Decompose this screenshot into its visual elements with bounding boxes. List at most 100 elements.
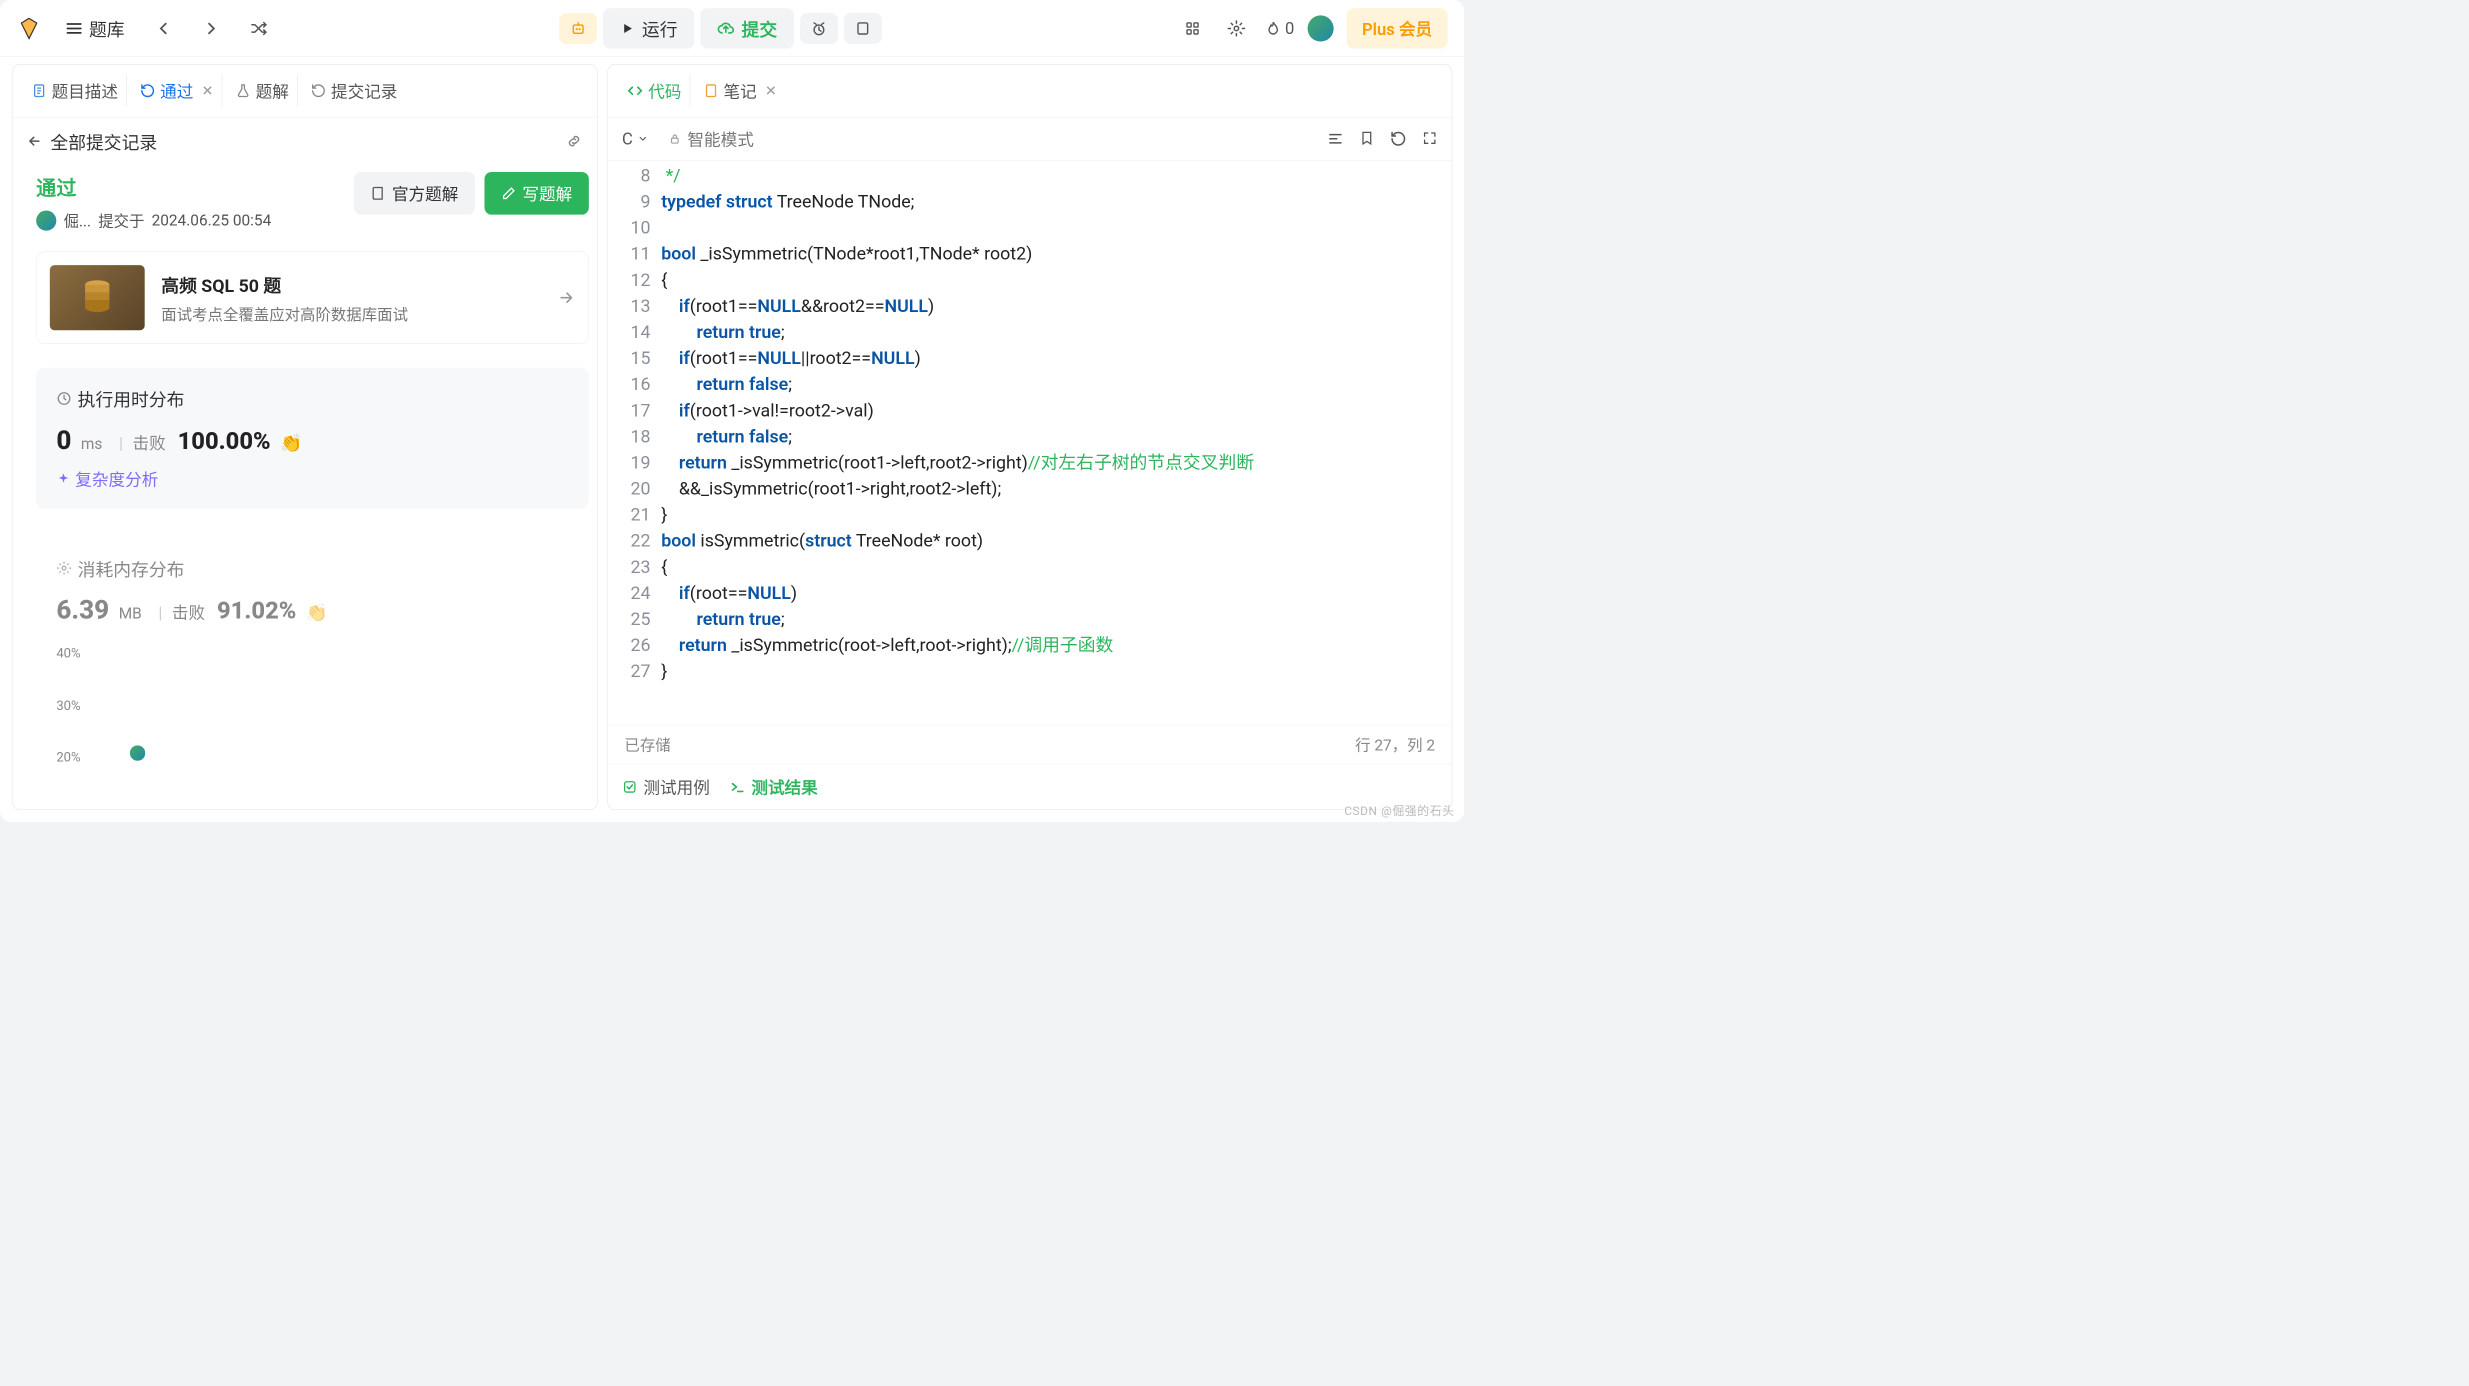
- clock-icon: [56, 391, 71, 406]
- close2-icon[interactable]: ✕: [765, 82, 777, 99]
- fullscreen-button[interactable]: [1422, 130, 1437, 147]
- shuffle-icon: [250, 19, 268, 37]
- right-panel: 代码 笔记 ✕ C 智能模式: [607, 64, 1452, 810]
- timer-button[interactable]: [800, 13, 838, 44]
- check-square-icon: [622, 779, 637, 794]
- tab-code[interactable]: 代码: [618, 74, 690, 107]
- clap-icon: 👏: [280, 433, 302, 454]
- memory-chart: 40%30%20%: [56, 646, 568, 765]
- submit-label: 提交: [742, 15, 778, 41]
- arrow-left-icon[interactable]: [27, 133, 42, 148]
- code-lines: */typedef struct TreeNode TNode;bool _is…: [661, 163, 1451, 685]
- saved-label: 已存储: [624, 734, 670, 756]
- write-solution-label: 写题解: [522, 181, 572, 205]
- history-icon: [140, 83, 155, 98]
- official-solution-label: 官方题解: [392, 181, 458, 205]
- promo-image: [50, 265, 145, 330]
- lines-icon: [1327, 130, 1344, 147]
- settings-button[interactable]: [1221, 13, 1252, 44]
- tab-history[interactable]: 提交记录: [303, 74, 406, 107]
- chevron-down-icon: [638, 133, 649, 144]
- format-button[interactable]: [1327, 130, 1344, 147]
- complexity-link[interactable]: 复杂度分析: [56, 467, 568, 491]
- user-avatar[interactable]: [1307, 15, 1333, 41]
- editor-mode[interactable]: 智能模式: [668, 127, 753, 151]
- memory-title: 消耗内存分布: [78, 555, 185, 581]
- link-button[interactable]: [565, 132, 583, 150]
- tab-solution-label: 题解: [256, 79, 289, 103]
- expand-icon: [1422, 130, 1437, 145]
- tab-notes[interactable]: 笔记 ✕: [695, 74, 785, 107]
- breadcrumb-label[interactable]: 全部提交记录: [50, 128, 157, 154]
- clap2-icon: 👏: [306, 602, 328, 623]
- flask-icon: [236, 83, 251, 98]
- nav-next[interactable]: [196, 13, 227, 44]
- notes-icon: [703, 83, 718, 98]
- tab-code-label: 代码: [648, 79, 681, 103]
- tab-passed-label: 通过: [160, 79, 193, 103]
- code-editor[interactable]: 89101112131415161718192021222324252627 *…: [608, 161, 1452, 725]
- tab-description[interactable]: 题目描述: [23, 74, 127, 107]
- reset-button[interactable]: [1390, 130, 1407, 147]
- complexity-label: 复杂度分析: [75, 467, 158, 491]
- grid-icon: [1184, 20, 1201, 37]
- nav-problems-label: 题库: [89, 15, 125, 41]
- submitted-prefix: 提交于: [98, 209, 144, 231]
- doc-icon: [31, 83, 46, 98]
- streak-count: 0: [1285, 18, 1294, 38]
- language-selector[interactable]: C: [622, 129, 648, 149]
- memory-unit: MB: [119, 605, 142, 623]
- undo-icon: [1390, 130, 1407, 147]
- gear-icon: [1228, 19, 1246, 37]
- database-icon: [82, 279, 113, 317]
- close-icon[interactable]: ✕: [202, 82, 214, 99]
- submit-button[interactable]: 提交: [700, 8, 794, 48]
- author-row: 倔... 提交于 2024.06.25 00:54: [36, 209, 344, 231]
- streak-counter[interactable]: 0: [1265, 18, 1295, 38]
- tab-results[interactable]: 测试结果: [730, 775, 818, 799]
- tab-solution[interactable]: 题解: [227, 74, 298, 107]
- status-title: 通过: [36, 172, 344, 201]
- tab-results-label: 测试结果: [751, 775, 817, 799]
- lock-icon: [668, 132, 681, 145]
- main-area: 题目描述 通过 ✕ 题解 提交记录 全部提交记录: [0, 57, 1464, 822]
- tab-notes-label: 笔记: [723, 79, 756, 103]
- bookmark-button[interactable]: [1359, 130, 1374, 147]
- bookmark-icon: [1359, 130, 1374, 145]
- shuffle-button[interactable]: [243, 13, 274, 44]
- run-button[interactable]: 运行: [603, 8, 694, 48]
- chevron-right-icon: [203, 20, 220, 37]
- right-tab-bar: 代码 笔记 ✕: [608, 65, 1452, 118]
- tab-passed[interactable]: 通过 ✕: [132, 74, 223, 107]
- promo-card[interactable]: 高频 SQL 50 题 面试考点全覆盖应对高阶数据库面试: [36, 251, 589, 344]
- mode-label: 智能模式: [687, 127, 753, 151]
- runtime-title: 执行用时分布: [78, 385, 185, 411]
- arrow-right-icon: [557, 289, 575, 307]
- breadcrumb-row: 全部提交记录: [12, 117, 597, 164]
- logo[interactable]: [17, 16, 42, 41]
- nav-prev[interactable]: [148, 13, 179, 44]
- list-icon: [65, 19, 83, 37]
- nav-problems[interactable]: 题库: [58, 12, 132, 45]
- tab-testcases-label: 测试用例: [643, 775, 709, 799]
- chart-bars: [98, 646, 569, 765]
- note-button[interactable]: [844, 13, 882, 44]
- memory-beat-label: 击败: [172, 600, 205, 624]
- small-avatar[interactable]: [36, 210, 56, 230]
- history2-icon: [311, 83, 326, 98]
- official-solution-button[interactable]: 官方题解: [354, 172, 475, 215]
- memory-card: 消耗内存分布 6.39 MB | 击败 91.02% 👏 40%30%20%: [36, 537, 589, 783]
- note-icon: [854, 20, 871, 37]
- grid-button[interactable]: [1177, 13, 1208, 44]
- play-icon: [619, 20, 634, 35]
- edit-icon: [501, 186, 516, 201]
- runtime-beat-label: 击败: [133, 431, 166, 455]
- left-panel: 题目描述 通过 ✕ 题解 提交记录 全部提交记录: [12, 64, 598, 810]
- tab-description-label: 题目描述: [52, 79, 118, 103]
- bot-button[interactable]: [559, 13, 597, 44]
- code-controls: C 智能模式: [608, 117, 1452, 160]
- tab-testcases[interactable]: 测试用例: [622, 775, 710, 799]
- write-solution-button[interactable]: 写题解: [484, 172, 588, 215]
- action-group: 运行 提交: [559, 8, 882, 48]
- plus-button[interactable]: Plus 会员: [1347, 8, 1448, 48]
